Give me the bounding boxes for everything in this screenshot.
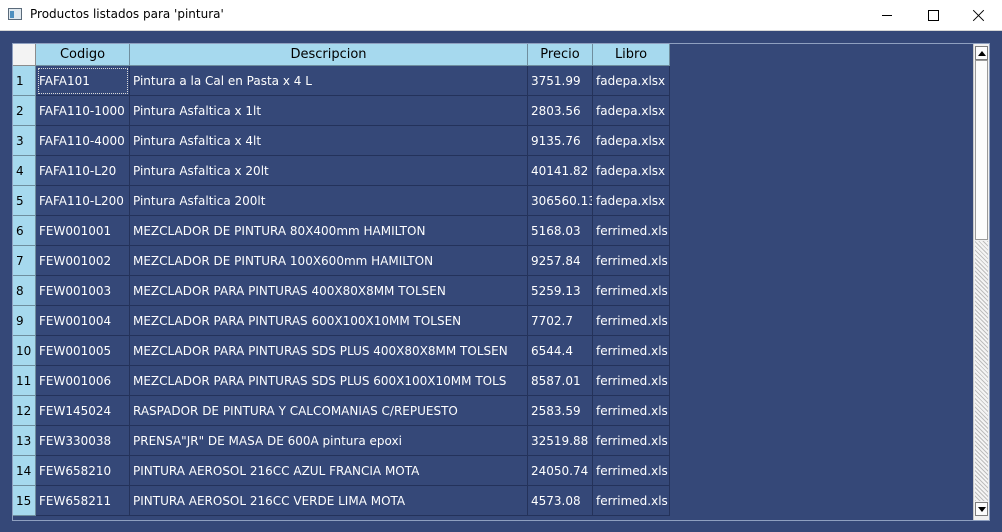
- table-corner-select-all[interactable]: [13, 44, 36, 66]
- cell-codigo[interactable]: FEW001001: [36, 216, 130, 246]
- cell-precio[interactable]: 306560.13: [528, 186, 593, 216]
- cell-libro[interactable]: fadepa.xlsx: [593, 186, 670, 216]
- row-header[interactable]: 4: [13, 156, 36, 186]
- row-header[interactable]: 5: [13, 186, 36, 216]
- cell-libro[interactable]: fadepa.xlsx: [593, 96, 670, 126]
- cell-precio[interactable]: 40141.82: [528, 156, 593, 186]
- cell-codigo[interactable]: FAFA110-1000: [36, 96, 130, 126]
- cell-libro[interactable]: fadepa.xlsx: [593, 66, 670, 96]
- arrow-up-icon: [977, 50, 986, 56]
- cell-codigo[interactable]: FAFA110-L200: [36, 186, 130, 216]
- cell-codigo[interactable]: FEW001004: [36, 306, 130, 336]
- vertical-scrollbar[interactable]: [973, 44, 989, 520]
- cell-libro[interactable]: fadepa.xlsx: [593, 126, 670, 156]
- cell-libro[interactable]: ferrimed.xls: [593, 426, 670, 456]
- cell-codigo[interactable]: FEW001003: [36, 276, 130, 306]
- column-header-precio[interactable]: Precio: [528, 44, 593, 66]
- cell-descripcion[interactable]: MEZCLADOR PARA PINTURAS 600X100X10MM TOL…: [130, 306, 528, 336]
- row-header[interactable]: 15: [13, 486, 36, 516]
- row-header[interactable]: 10: [13, 336, 36, 366]
- cell-libro[interactable]: ferrimed.xls: [593, 216, 670, 246]
- close-button[interactable]: [956, 0, 1002, 30]
- cell-libro[interactable]: ferrimed.xls: [593, 276, 670, 306]
- scrollbar-track[interactable]: [975, 241, 988, 501]
- row-header[interactable]: 2: [13, 96, 36, 126]
- row-header[interactable]: 1: [13, 66, 36, 96]
- cell-libro[interactable]: ferrimed.xls: [593, 396, 670, 426]
- scroll-down-button[interactable]: [975, 502, 988, 516]
- minimize-icon: [882, 14, 892, 16]
- cell-libro[interactable]: ferrimed.xls: [593, 456, 670, 486]
- window-title: Productos listados para 'pintura': [30, 7, 224, 21]
- cell-libro[interactable]: ferrimed.xls: [593, 366, 670, 396]
- arrow-down-icon: [977, 506, 986, 512]
- row-header[interactable]: 12: [13, 396, 36, 426]
- cell-libro[interactable]: ferrimed.xls: [593, 246, 670, 276]
- cell-codigo[interactable]: FEW001006: [36, 366, 130, 396]
- cell-precio[interactable]: 4573.08: [528, 486, 593, 516]
- row-header[interactable]: 7: [13, 246, 36, 276]
- cell-descripcion[interactable]: PINTURA AEROSOL 216CC VERDE LIMA MOTA: [130, 486, 528, 516]
- cell-codigo[interactable]: FAFA101: [36, 66, 130, 96]
- cell-descripcion[interactable]: Pintura Asfaltica x 4lt: [130, 126, 528, 156]
- cell-descripcion[interactable]: MEZCLADOR DE PINTURA 80X400mm HAMILTON: [130, 216, 528, 246]
- cell-codigo[interactable]: FEW330038: [36, 426, 130, 456]
- row-header[interactable]: 8: [13, 276, 36, 306]
- cell-descripcion[interactable]: PRENSA"JR" DE MASA DE 600A pintura epoxi: [130, 426, 528, 456]
- cell-descripcion[interactable]: PINTURA AEROSOL 216CC AZUL FRANCIA MOTA: [130, 456, 528, 486]
- cell-codigo[interactable]: FEW658211: [36, 486, 130, 516]
- column-header-codigo[interactable]: Codigo: [36, 44, 130, 66]
- cell-precio[interactable]: 32519.88: [528, 426, 593, 456]
- cell-descripcion[interactable]: RASPADOR DE PINTURA Y CALCOMANIAS C/REPU…: [130, 396, 528, 426]
- cell-precio[interactable]: 5168.03: [528, 216, 593, 246]
- window-client-area: Codigo Descripcion Precio Libro 1 FAFA101 Pint…: [0, 31, 1002, 532]
- minimize-button[interactable]: [864, 0, 910, 30]
- cell-precio[interactable]: 9257.84: [528, 246, 593, 276]
- cell-codigo[interactable]: FEW658210: [36, 456, 130, 486]
- cell-precio[interactable]: 7702.7: [528, 306, 593, 336]
- cell-libro[interactable]: ferrimed.xls: [593, 336, 670, 366]
- cell-precio[interactable]: 3751.99: [528, 66, 593, 96]
- cell-precio[interactable]: 6544.4: [528, 336, 593, 366]
- cell-precio[interactable]: 2583.59: [528, 396, 593, 426]
- products-table[interactable]: Codigo Descripcion Precio Libro 1 FAFA101 Pint…: [12, 43, 990, 521]
- row-header[interactable]: 6: [13, 216, 36, 246]
- title-bar[interactable]: Productos listados para 'pintura': [0, 0, 1002, 31]
- cell-codigo[interactable]: FEW001002: [36, 246, 130, 276]
- window-app-icon[interactable]: [8, 8, 22, 20]
- cell-descripcion[interactable]: MEZCLADOR DE PINTURA 100X600mm HAMILTON: [130, 246, 528, 276]
- cell-codigo[interactable]: FEW145024: [36, 396, 130, 426]
- close-icon: [973, 9, 985, 21]
- cell-libro[interactable]: fadepa.xlsx: [593, 156, 670, 186]
- column-header-libro[interactable]: Libro: [593, 44, 670, 66]
- row-header[interactable]: 9: [13, 306, 36, 336]
- cell-descripcion[interactable]: MEZCLADOR PARA PINTURAS SDS PLUS 400X80X…: [130, 336, 528, 366]
- cell-codigo[interactable]: FAFA110-4000: [36, 126, 130, 156]
- row-header[interactable]: 13: [13, 426, 36, 456]
- cell-descripcion[interactable]: MEZCLADOR PARA PINTURAS SDS PLUS 600X100…: [130, 366, 528, 396]
- scrollbar-thumb[interactable]: [975, 60, 988, 240]
- row-header[interactable]: 3: [13, 126, 36, 156]
- cell-descripcion[interactable]: Pintura a la Cal en Pasta x 4 L: [130, 66, 528, 96]
- cell-libro[interactable]: ferrimed.xls: [593, 486, 670, 516]
- cell-precio[interactable]: 8587.01: [528, 366, 593, 396]
- cell-precio[interactable]: 9135.76: [528, 126, 593, 156]
- column-header-descripcion[interactable]: Descripcion: [130, 44, 528, 66]
- cell-descripcion[interactable]: Pintura Asfaltica 200lt: [130, 186, 528, 216]
- cell-precio[interactable]: 5259.13: [528, 276, 593, 306]
- row-header[interactable]: 11: [13, 366, 36, 396]
- cell-codigo[interactable]: FAFA110-L20: [36, 156, 130, 186]
- cell-precio[interactable]: 24050.74: [528, 456, 593, 486]
- cell-descripcion[interactable]: Pintura Asfaltica x 1lt: [130, 96, 528, 126]
- maximize-button[interactable]: [910, 0, 956, 30]
- cell-precio[interactable]: 2803.56: [528, 96, 593, 126]
- maximize-icon: [927, 9, 939, 21]
- cell-libro[interactable]: ferrimed.xls: [593, 306, 670, 336]
- cell-codigo[interactable]: FEW001005: [36, 336, 130, 366]
- cell-descripcion[interactable]: MEZCLADOR PARA PINTURAS 400X80X8MM TOLSE…: [130, 276, 528, 306]
- cell-descripcion[interactable]: Pintura Asfaltica x 20lt: [130, 156, 528, 186]
- row-header[interactable]: 14: [13, 456, 36, 486]
- scroll-up-button[interactable]: [975, 46, 988, 60]
